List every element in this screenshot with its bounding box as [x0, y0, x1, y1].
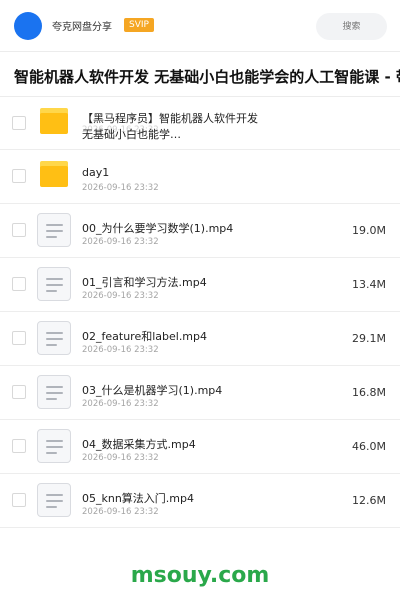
watermark-text: msouy.com — [130, 563, 270, 588]
item-size: 12.6M — [352, 494, 386, 507]
list-item[interactable]: 04_数据采集方式.mp4 2026-09-16 23:32 46.0M — [0, 420, 400, 474]
row-checkbox[interactable] — [12, 116, 26, 130]
item-date: 2026-09-16 23:32 — [82, 453, 159, 463]
item-name: 05_knn算法入门.mp4 — [82, 492, 195, 505]
list-item[interactable]: 02_feature和label.mp4 2026-09-16 23:32 29… — [0, 312, 400, 366]
video-file-icon — [37, 321, 71, 355]
svip-badge: SVIP — [124, 18, 154, 32]
header-bar: 夸克网盘分享 SVIP — [0, 0, 400, 52]
list-item[interactable]: 00_为什么要学习数学(1).mp4 2026-09-16 23:32 19.0… — [0, 204, 400, 258]
item-size: 29.1M — [352, 332, 386, 345]
item-name: 03_什么是机器学习(1).mp4 — [82, 384, 223, 397]
item-date: 2026-09-16 23:32 — [82, 345, 159, 355]
item-size: 19.0M — [352, 224, 386, 237]
video-file-icon — [37, 213, 71, 247]
item-size: 46.0M — [352, 440, 386, 453]
item-name: 00_为什么要学习数学(1).mp4 — [82, 222, 234, 235]
row-checkbox[interactable] — [12, 277, 26, 291]
row-checkbox[interactable] — [12, 223, 26, 237]
item-name: day1 — [82, 166, 110, 179]
list-item[interactable]: 2026-09-16 23:32 【黑马程序员】智能机器人软件开发 无基础小白也… — [0, 97, 400, 150]
folder-icon — [40, 108, 68, 134]
item-name: 01_引言和学习方法.mp4 — [82, 276, 207, 289]
page-title: 智能机器人软件开发 无基础小白也能学会的人工智能课 - 带 — [14, 68, 400, 86]
title-bar: 智能机器人软件开发 无基础小白也能学会的人工智能课 - 带 — [0, 53, 400, 97]
video-file-icon — [37, 375, 71, 409]
row-checkbox[interactable] — [12, 439, 26, 453]
item-size: 13.4M — [352, 278, 386, 291]
video-file-icon — [37, 429, 71, 463]
item-date: 2026-09-16 23:32 — [82, 237, 159, 247]
avatar[interactable] — [14, 12, 42, 40]
item-name: 【黑马程序员】智能机器人软件开发 — [82, 112, 258, 125]
item-date: 2026-09-16 23:32 — [82, 507, 159, 517]
item-name: 02_feature和label.mp4 — [82, 330, 208, 343]
video-file-icon — [37, 483, 71, 517]
username[interactable]: 夸克网盘分享 — [52, 18, 112, 33]
item-date: 2026-09-16 23:32 — [82, 291, 159, 301]
list-item[interactable]: day1 2026-09-16 23:32 — [0, 150, 400, 204]
row-checkbox[interactable] — [12, 331, 26, 345]
item-date: 2026-09-16 23:32 — [82, 399, 159, 409]
list-item[interactable]: 01_引言和学习方法.mp4 2026-09-16 23:32 13.4M — [0, 258, 400, 312]
folder-icon — [40, 161, 68, 187]
item-size: 16.8M — [352, 386, 386, 399]
item-name: 04_数据采集方式.mp4 — [82, 438, 196, 451]
row-checkbox[interactable] — [12, 493, 26, 507]
row-checkbox[interactable] — [12, 169, 26, 183]
item-date: 2026-09-16 23:32 — [82, 183, 159, 193]
search-input[interactable] — [316, 13, 387, 40]
row-checkbox[interactable] — [12, 385, 26, 399]
list-item[interactable]: 03_什么是机器学习(1).mp4 2026-09-16 23:32 16.8M — [0, 366, 400, 420]
file-list: 2026-09-16 23:32 【黑马程序员】智能机器人软件开发 无基础小白也… — [0, 97, 400, 528]
item-name-line2: 无基础小白也能学… — [82, 128, 181, 141]
video-file-icon — [37, 267, 71, 301]
list-item[interactable]: 05_knn算法入门.mp4 2026-09-16 23:32 12.6M — [0, 474, 400, 528]
